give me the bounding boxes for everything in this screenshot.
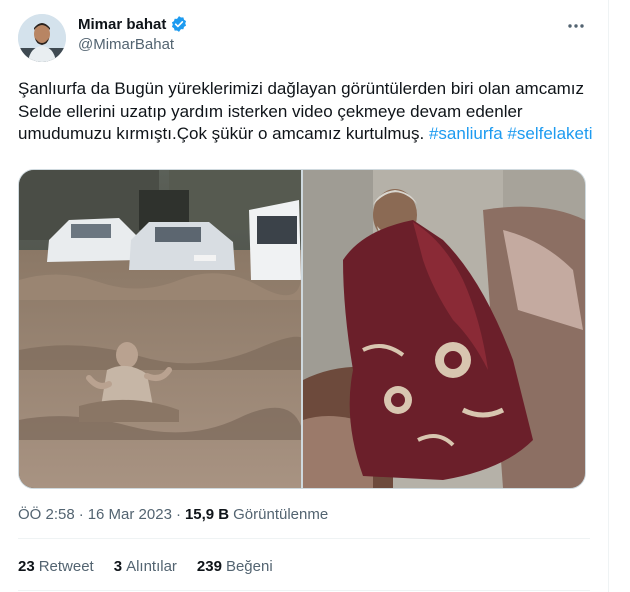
retweets-label: Retweet [38, 558, 94, 575]
meta-separator: · [175, 506, 181, 523]
author-name[interactable]: Mimar bahat [78, 16, 166, 33]
avatar-image [18, 14, 66, 62]
tweet-card: Mimar bahat @MimarBahat Şanlıurfa da Bug… [0, 0, 609, 592]
quotes-count: 3 [113, 558, 123, 575]
views-label: Görüntülenme [233, 506, 329, 523]
likes-label: Beğeni [225, 558, 273, 575]
tweet-text: Şanlıurfa da Bugün yüreklerimizi dağlaya… [18, 78, 593, 146]
engagement-stats: 23 Retweet 3 Alıntılar 239 Beğeni [18, 558, 273, 575]
avatar[interactable] [18, 14, 66, 62]
flood-photo[interactable] [19, 170, 301, 488]
divider [18, 538, 590, 539]
likes-count: 239 [196, 558, 222, 575]
name-row: Mimar bahat [78, 15, 188, 33]
likes-stat[interactable]: 239 Beğeni [197, 558, 273, 575]
media-grid [18, 169, 586, 489]
hashtag-link[interactable]: #selfelaketi [507, 124, 592, 143]
views-count: 15,9 B [184, 506, 230, 523]
divider [18, 590, 590, 591]
author-handle[interactable]: @MimarBahat [78, 36, 188, 53]
quotes-label: Alıntılar [126, 558, 177, 575]
tweet-date[interactable]: 16 Mar 2023 [88, 506, 172, 523]
tweet-time[interactable]: ÖÖ 2:58 [18, 506, 75, 523]
rescued-man-photo[interactable] [303, 170, 585, 488]
meta-separator: · [78, 506, 84, 523]
tweet-meta: ÖÖ 2:58 · 16 Mar 2023 · 15,9 B Görüntüle… [18, 506, 328, 523]
hashtag-link[interactable]: #sanliurfa [429, 124, 503, 143]
author-block: Mimar bahat @MimarBahat [78, 15, 188, 53]
retweets-count: 23 [18, 558, 35, 575]
verified-badge-icon [170, 15, 188, 33]
quotes-stat[interactable]: 3 Alıntılar [114, 558, 177, 575]
retweets-stat[interactable]: 23 Retweet [18, 558, 94, 575]
more-icon[interactable] [566, 16, 586, 41]
